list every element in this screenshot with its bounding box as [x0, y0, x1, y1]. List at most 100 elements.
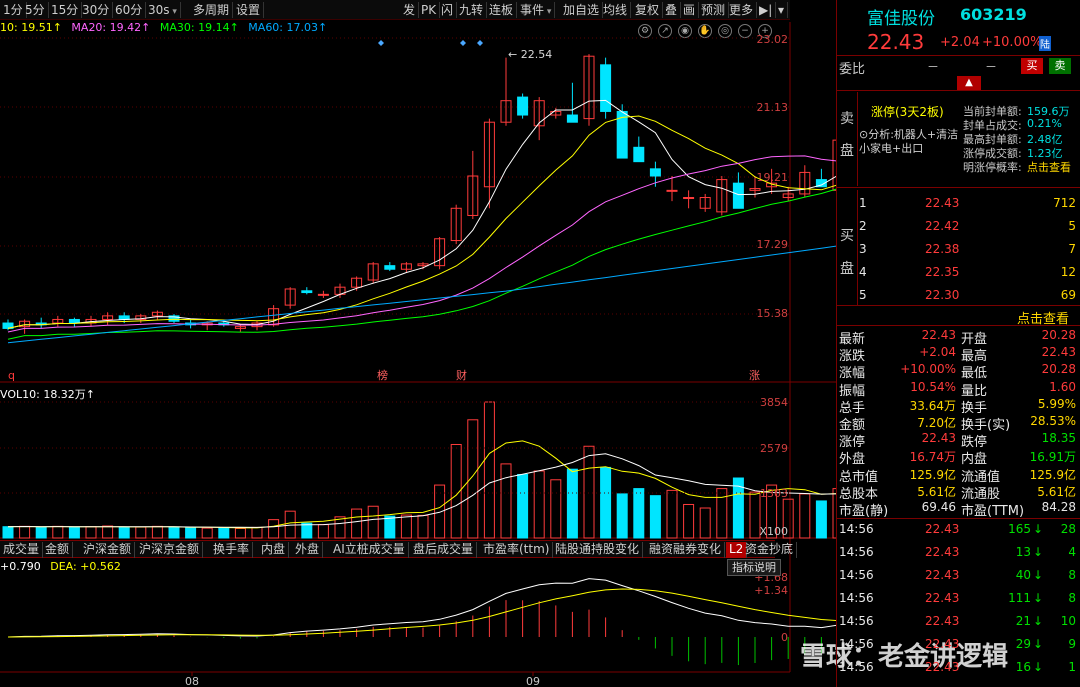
sell-button[interactable]: 卖 [1049, 58, 1071, 74]
down-arrow-icon: ↓ [1033, 522, 1044, 536]
toolbar-item-10[interactable]: 闪 [438, 2, 458, 18]
tab-13[interactable]: 资金抄底 [742, 542, 798, 558]
tab-4[interactable]: 换手率 [210, 542, 254, 558]
arrow-icon[interactable]: ▶| [756, 2, 777, 18]
dropdown-icon[interactable]: ▾ [775, 2, 789, 18]
toolbar-item-1[interactable]: 5分 [22, 2, 49, 18]
volume-bar [633, 488, 645, 539]
tab-10[interactable]: 陆股通持股变化 [552, 542, 644, 558]
quote-label: 市盈(TTM) [961, 504, 1025, 519]
down-arrow-icon: ↓ [1033, 637, 1044, 651]
tab-8[interactable]: 盘后成交量 [410, 542, 478, 558]
event-marker-1: 榜 [377, 368, 388, 382]
volume-bar [102, 525, 114, 539]
x-label-0: 08 [185, 675, 199, 687]
indicator-tabs: 成交量 金额 沪深金额 沪深京金额 换手率 内盘 外盘 AI立桩成交量 盘后成交量 市盈率(ttm… [0, 540, 798, 558]
toolbar-item-3[interactable]: 30分 [79, 2, 114, 18]
volume-bar [218, 527, 230, 539]
tab-5[interactable]: 内盘 [258, 542, 290, 558]
toolbar-item-6[interactable]: 多周期 [190, 2, 234, 18]
volume-bar [500, 463, 512, 539]
candle-body [649, 168, 661, 177]
quote-label: 流通股 [961, 486, 1001, 502]
candle-body [666, 189, 678, 192]
bid-level: 3 [859, 242, 867, 256]
tab-6[interactable]: 外盘 [292, 542, 324, 558]
volume-bar [483, 401, 495, 539]
tick-price: 22.43 [925, 545, 960, 559]
bid-price: 22.30 [925, 288, 960, 302]
toolbar-item-16[interactable]: 复权 [632, 2, 664, 18]
volume-bar [201, 527, 213, 539]
collapse-arrow-icon[interactable]: ▲ [957, 76, 981, 90]
tab-3[interactable]: 沪深京金额 [136, 542, 204, 558]
volume-bar [367, 505, 379, 539]
vol-ma10-line [7, 453, 836, 528]
tab-2[interactable]: 沪深金额 [80, 542, 136, 558]
quote-value: 1.60 [1049, 379, 1076, 394]
tick-price: 22.43 [925, 660, 960, 674]
toolbar-item-2[interactable]: 15分 [48, 2, 83, 18]
volume-bar [467, 419, 479, 539]
bid-price: 22.43 [925, 196, 960, 210]
candle-body [384, 265, 396, 270]
buy-side-label-bottom: 盘 [840, 261, 854, 277]
quote-label: 市盈(静) [839, 504, 889, 519]
tab-7[interactable]: AI立桩成交量 [330, 542, 409, 558]
analysis-text[interactable]: 分析:机器人+清洁小家电+出口 [859, 128, 958, 155]
volume-bar [517, 473, 529, 539]
chart-toolbar: 1分5分15分30分60分30s多周期设置发PK闪九转连板事件加自选均线复权叠画… [0, 0, 790, 20]
toolbar-item-17[interactable]: 叠 [662, 2, 682, 18]
tick-price: 22.43 [925, 614, 960, 628]
bid-price: 22.42 [925, 219, 960, 233]
volume-bar [19, 525, 31, 539]
peak-price-label: ← 22.54 [508, 48, 552, 61]
volume-bar [251, 526, 263, 539]
toolbar-item-4[interactable]: 60分 [112, 2, 147, 18]
limit-status: 涨停(3天2板) [871, 105, 944, 119]
kline-chart[interactable]: 23.0221.1319.2117.2915.38← 22.54q 榜财涨3854… [0, 22, 836, 687]
tab-0[interactable]: 成交量 [0, 542, 44, 558]
toolbar-item-14[interactable]: 加自选 [560, 2, 604, 18]
quote-label: 总市值 [839, 469, 879, 485]
toolbar-item-20[interactable]: 更多 [726, 2, 758, 18]
quote-label: 开盘 [961, 332, 988, 347]
quote-value: 22.43 [1041, 345, 1076, 360]
toolbar-item-19[interactable]: 预测 [698, 2, 730, 18]
bid-volume: 69 [1060, 288, 1076, 302]
tick-volume: 13 [1015, 545, 1031, 559]
x-label-1: 09 [526, 675, 540, 687]
tab-9[interactable]: 市盈率(ttm) [480, 542, 554, 558]
toolbar-item-8[interactable]: 发 [400, 2, 420, 18]
tab-11[interactable]: 融资融券变化 [646, 542, 726, 558]
quote-value: 16.74万 [909, 450, 956, 465]
toolbar-item-5[interactable]: 30s [145, 2, 181, 18]
toolbar-item-15[interactable]: 均线 [600, 2, 632, 18]
toolbar-item-7[interactable]: 设置 [233, 2, 265, 18]
volume-bar [666, 489, 678, 539]
quote-label: 总手 [839, 400, 866, 416]
buy-side-label-top: 买 [840, 228, 854, 244]
tab-1[interactable]: 金额 [42, 542, 74, 558]
search-icon: ⊙ [859, 128, 869, 141]
toolbar-item-18[interactable]: 画 [680, 2, 700, 18]
tick-time: 14:56 [839, 568, 874, 582]
volume-bar [550, 479, 562, 539]
quote-value: 10.54% [910, 379, 956, 394]
toolbar-item-13[interactable]: 事件 [517, 2, 556, 18]
quote-value: 125.9亿 [1029, 467, 1076, 482]
tick-time: 14:56 [839, 660, 874, 674]
toolbar-item-12[interactable]: 连板 [486, 2, 518, 18]
indicator-help-button[interactable]: 指标说明 [727, 559, 781, 576]
buy-button[interactable]: 买 [1021, 58, 1043, 74]
candle-body [517, 96, 529, 116]
tick-time: 14:56 [839, 522, 874, 536]
quote-value: 22.43 [921, 431, 956, 446]
tick-time: 14:56 [839, 614, 874, 628]
toolbar-item-9[interactable]: PK [418, 2, 441, 18]
event-diamond-1 [460, 40, 466, 46]
quote-label: 涨幅 [839, 366, 866, 382]
toolbar-item-11[interactable]: 九转 [456, 2, 488, 18]
macd-dea-line [7, 588, 836, 638]
quote-label: 流通值 [961, 469, 1001, 485]
